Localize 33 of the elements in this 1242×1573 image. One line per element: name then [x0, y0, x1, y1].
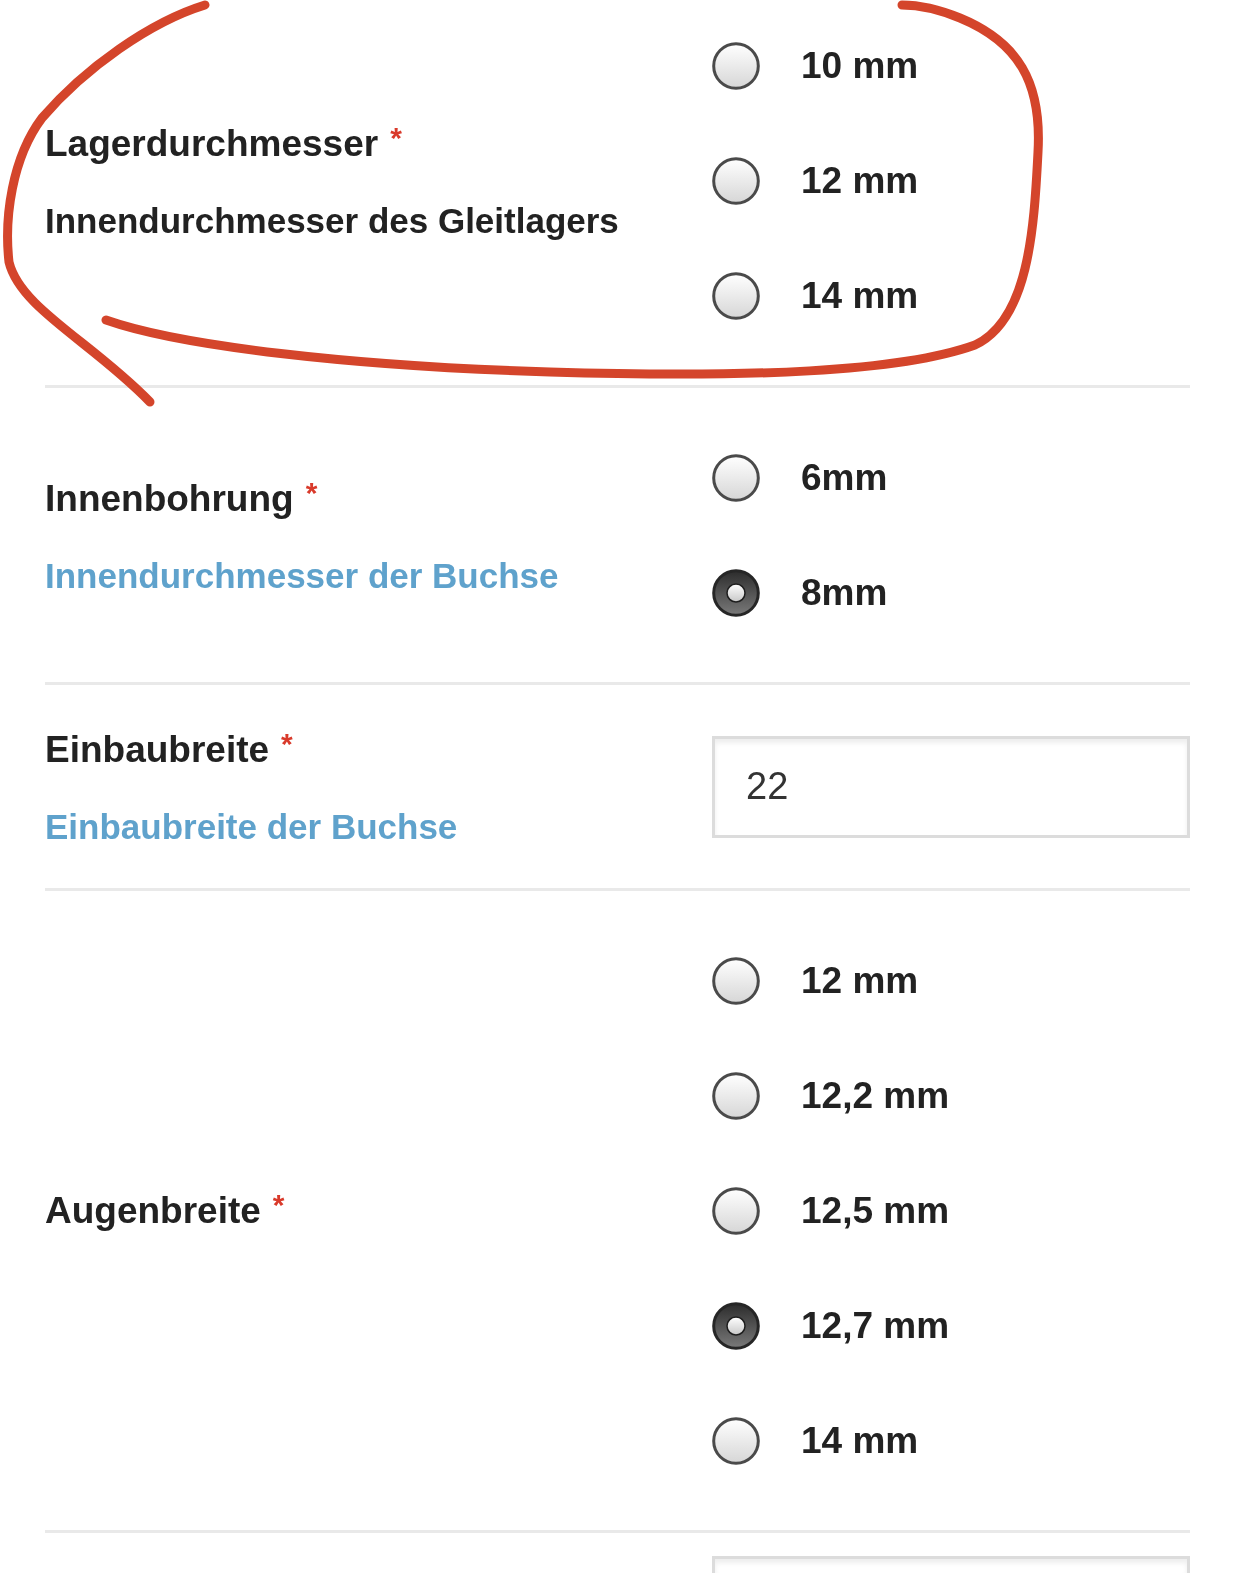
required-mark: *	[272, 1189, 285, 1220]
radio-button[interactable]	[712, 271, 760, 320]
option-label[interactable]: 6mm	[801, 454, 888, 501]
option-label[interactable]: 14 mm	[801, 1417, 919, 1464]
field-description: Innendurchmesser des Gleitlagers	[45, 200, 620, 242]
radio-button[interactable]	[712, 568, 760, 617]
option-label[interactable]: 12,5 mm	[801, 1187, 950, 1234]
radio-button[interactable]	[712, 156, 760, 205]
option-label[interactable]: 12 mm	[801, 157, 919, 204]
radio-button[interactable]	[712, 453, 760, 502]
required-mark: *	[305, 477, 318, 508]
required-mark: *	[390, 123, 402, 153]
field-label: Einbaubreite	[45, 728, 270, 772]
radio-button[interactable]	[712, 1186, 760, 1235]
input-field[interactable]: 22	[712, 735, 1190, 838]
option-label[interactable]: 12 mm	[801, 957, 919, 1004]
field-label: Augenbreite	[45, 1188, 261, 1233]
radio-button[interactable]	[712, 1301, 760, 1350]
option-label[interactable]: 14 mm	[801, 272, 919, 319]
radio-button[interactable]	[712, 1416, 760, 1465]
required-mark: *	[281, 729, 293, 759]
option-label[interactable]: 12,2 mm	[801, 1072, 950, 1119]
radio-button[interactable]	[712, 956, 760, 1005]
radio-button[interactable]	[712, 1071, 760, 1120]
option-label[interactable]: 10 mm	[801, 42, 919, 89]
field-description: Innendurchmesser der Buchse	[45, 554, 560, 597]
option-label[interactable]: 12,7 mm	[801, 1302, 950, 1349]
field-label: Lagerdurchmesser	[45, 122, 379, 166]
option-label[interactable]: 8mm	[801, 569, 888, 616]
input-field[interactable]	[712, 1556, 1190, 1573]
field-label: Innenbohrung	[45, 476, 294, 521]
field-description: Einbaubreite der Buchse	[45, 806, 459, 848]
radio-button[interactable]	[712, 41, 760, 90]
